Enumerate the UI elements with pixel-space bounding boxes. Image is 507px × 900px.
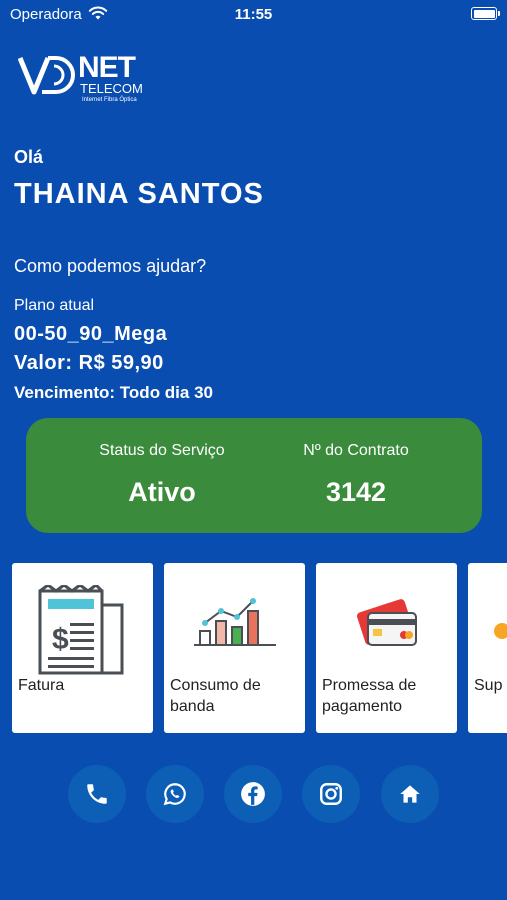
help-prompt: Como podemos ajudar?	[14, 256, 207, 276]
menu-card-invoice[interactable]: $ Fatura	[12, 563, 153, 733]
bandwidth-chart-icon	[194, 598, 276, 646]
battery-icon	[471, 7, 500, 20]
home-button[interactable]	[381, 765, 439, 823]
menu-card-bandwidth[interactable]: Consumo de banda	[164, 563, 305, 733]
menu-card-label: Fatura	[18, 677, 65, 694]
user-name: THAINA SANTOS	[14, 178, 264, 210]
credit-card-icon	[357, 599, 417, 646]
whatsapp-button[interactable]	[146, 765, 204, 823]
menu-card-support[interactable]: Sup	[468, 563, 507, 733]
greeting-hello: Olá	[14, 147, 44, 167]
service-status-card: Status do Serviço Ativo Nº do Contrato 3…	[26, 418, 482, 533]
plan-label: Plano atual	[14, 297, 95, 314]
clock: 11:55	[234, 6, 273, 23]
facebook-icon	[241, 782, 265, 806]
plan-name: 00-50_90_Mega	[14, 323, 168, 345]
menu-card-payment-promise[interactable]: Promessa de pagamento	[316, 563, 457, 733]
contact-buttons	[0, 765, 507, 825]
phone-icon	[87, 784, 107, 804]
home-icon	[400, 785, 420, 803]
logo-net-text: NET	[78, 51, 136, 84]
support-icon	[494, 623, 507, 639]
menu-card-label: Promessa de pagamento	[322, 677, 417, 715]
instagram-icon	[320, 783, 342, 805]
contract-number-label: Nº do Contrato	[303, 442, 409, 459]
status-bar: Operadora 11:55	[0, 0, 507, 28]
vdnet-logo: NET TELECOM Internet Fibra Óptica	[18, 52, 148, 108]
menu-card-label: Sup	[474, 677, 503, 694]
svg-text:$: $	[52, 623, 69, 656]
invoice-icon: $	[38, 585, 124, 675]
menu-card-label: Consumo de banda	[170, 677, 261, 715]
plan-value: Valor: R$ 59,90	[14, 352, 164, 374]
phone-button[interactable]	[68, 765, 126, 823]
plan-due-date: Vencimento: Todo dia 30	[14, 383, 213, 402]
menu-carousel[interactable]: $ Fatura Consumo de banda Promessa de pa…	[0, 563, 507, 734]
instagram-button[interactable]	[302, 765, 360, 823]
whatsapp-icon	[163, 783, 186, 806]
vd-logo-mark	[18, 56, 75, 95]
logo-subtitle: Internet Fibra Óptica	[82, 97, 137, 103]
facebook-button[interactable]	[224, 765, 282, 823]
contract-number-value: 3142	[325, 477, 387, 507]
logo-telecom-text: TELECOM	[80, 81, 143, 96]
